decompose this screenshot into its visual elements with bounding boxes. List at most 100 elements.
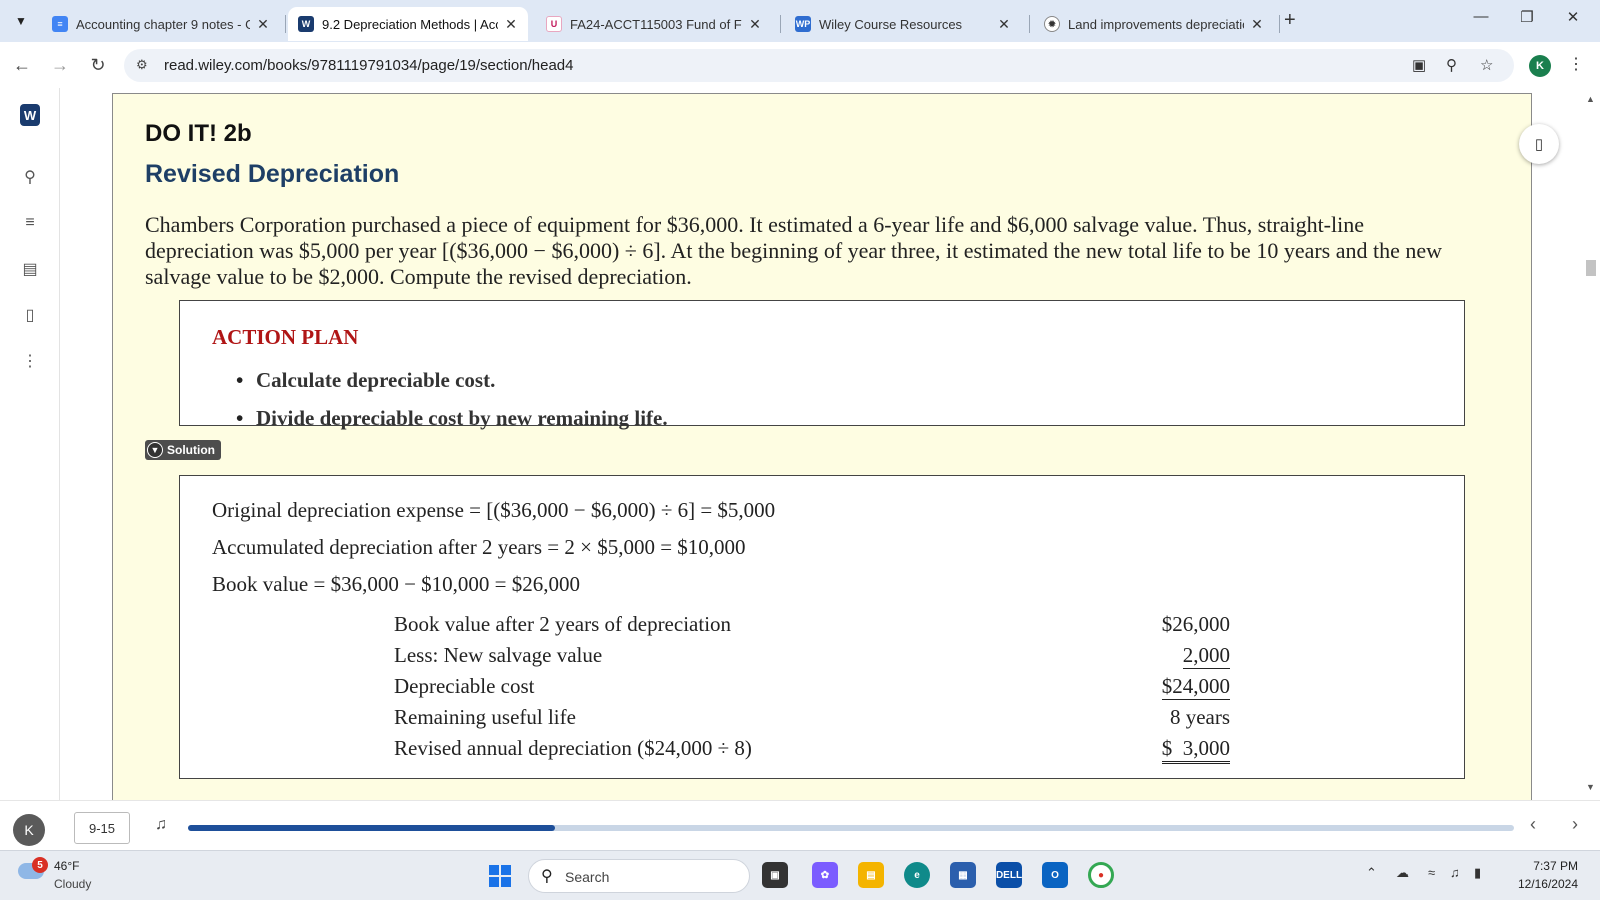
taskbar-search-box[interactable]: ⚲ Search bbox=[528, 859, 750, 893]
new-tab-plus-icon[interactable]: + bbox=[1284, 9, 1296, 32]
more-options-icon[interactable]: ⋮ bbox=[16, 347, 44, 375]
edge-icon[interactable]: e bbox=[904, 862, 930, 888]
close-icon[interactable]: ✕ bbox=[256, 16, 270, 33]
tab-separator bbox=[285, 15, 286, 33]
clock-time[interactable]: 7:37 PM bbox=[1506, 859, 1578, 873]
tab-title: Accounting chapter 9 notes - G bbox=[76, 16, 250, 32]
action-plan-item: Divide depreciable cost by new remaining… bbox=[236, 399, 668, 437]
close-icon[interactable]: ✕ bbox=[1250, 16, 1264, 33]
chrome-icon[interactable]: ● bbox=[1088, 862, 1114, 888]
task-view-icon[interactable]: ▣ bbox=[762, 862, 788, 888]
scroll-down-icon[interactable]: ▼ bbox=[1586, 782, 1595, 792]
tab-separator bbox=[1279, 15, 1280, 33]
battery-icon[interactable]: ▮ bbox=[1474, 865, 1481, 881]
bookmark-page-button[interactable]: ▯ bbox=[1519, 124, 1559, 164]
solution-line: Original depreciation expense = [($36,00… bbox=[212, 498, 776, 522]
windows-taskbar: 5 46°F Cloudy ⚲ Search ▣ ✿ ▤ e ▦ DELL O … bbox=[0, 850, 1600, 900]
page-number-input[interactable]: 9-15 bbox=[74, 812, 130, 844]
solution-toggle-button[interactable]: ▼ Solution bbox=[145, 440, 221, 460]
profile-avatar[interactable]: K bbox=[1529, 55, 1551, 77]
wiley-logo-icon[interactable]: W bbox=[20, 104, 40, 126]
close-icon[interactable]: ✕ bbox=[504, 16, 518, 33]
vertical-scrollbar[interactable]: ▲ ▼ bbox=[1580, 88, 1600, 800]
previous-page-icon[interactable]: ‹ bbox=[1530, 814, 1536, 835]
course-icon: U bbox=[546, 16, 562, 32]
tab-title: 9.2 Depreciation Methods | Acc bbox=[322, 16, 498, 32]
action-plan-list: Calculate depreciable cost. Divide depre… bbox=[236, 361, 668, 437]
do-it-title: Revised Depreciation bbox=[145, 160, 400, 188]
table-of-contents-icon[interactable]: ≡ bbox=[16, 209, 44, 237]
wifi-icon[interactable]: ≈ bbox=[1428, 865, 1435, 880]
bookmarks-icon[interactable]: ▯ bbox=[16, 301, 44, 329]
reading-progress-bar[interactable] bbox=[188, 825, 1514, 831]
tab-land-improvements[interactable]: ✹ Land improvements depreciatio ✕ bbox=[1034, 7, 1274, 41]
headphones-icon[interactable]: ♫ bbox=[155, 816, 167, 834]
row-label: Book value after 2 years of depreciation bbox=[394, 612, 732, 636]
wiley-icon: W bbox=[298, 16, 314, 32]
notes-icon[interactable]: ▤ bbox=[16, 255, 44, 283]
dell-icon[interactable]: DELL bbox=[996, 862, 1022, 888]
tab-accounting-notes[interactable]: ≡ Accounting chapter 9 notes - G ✕ bbox=[42, 7, 280, 41]
close-icon[interactable]: ✕ bbox=[997, 16, 1011, 33]
tab-depreciation-methods[interactable]: W 9.2 Depreciation Methods | Acc ✕ bbox=[288, 7, 528, 41]
site-info-icon[interactable]: ⚙ bbox=[136, 57, 148, 73]
row-amount: $26,000 bbox=[1161, 612, 1230, 636]
browser-toolbar: ← → ↻ ⚙ read.wiley.com/books/97811197910… bbox=[0, 42, 1600, 88]
do-it-panel: DO IT! 2b Revised Depreciation Chambers … bbox=[112, 93, 1532, 800]
windows-start-icon[interactable] bbox=[489, 865, 511, 887]
solution-toggle-label: Solution bbox=[167, 443, 215, 457]
scroll-up-icon[interactable]: ▲ bbox=[1586, 94, 1595, 104]
microsoft-store-icon[interactable]: ▦ bbox=[950, 862, 976, 888]
row-amount: 8 years bbox=[1169, 705, 1230, 729]
bookmark-star-icon[interactable]: ☆ bbox=[1480, 56, 1493, 74]
reader-bottom-bar: K 9-15 ♫ ‹ › bbox=[0, 800, 1600, 850]
next-page-icon[interactable]: › bbox=[1572, 814, 1578, 835]
action-plan-box: ACTION PLAN Calculate depreciable cost. … bbox=[179, 300, 1465, 437]
url-text[interactable]: read.wiley.com/books/9781119791034/page/… bbox=[164, 57, 573, 74]
solution-table-row: Book value after 2 years of depreciation… bbox=[394, 612, 1230, 643]
taskbar-search-placeholder: Search bbox=[565, 869, 610, 885]
tab-title: Wiley Course Resources bbox=[819, 16, 963, 32]
restore-icon[interactable]: ❐ bbox=[1512, 8, 1542, 26]
search-icon: ⚲ bbox=[541, 868, 553, 885]
openai-icon: ✹ bbox=[1044, 16, 1060, 32]
forward-arrow-icon[interactable]: → bbox=[47, 52, 73, 78]
tab-wiley-course-resources[interactable]: WP Wiley Course Resources ✕ bbox=[785, 7, 1021, 41]
row-label: Remaining useful life bbox=[394, 705, 576, 729]
reader-left-rail: W ⚲ ≡ ▤ ▯ ⋮ bbox=[0, 88, 60, 800]
show-hidden-icons-chevron[interactable]: ⌃ bbox=[1366, 865, 1377, 881]
file-explorer-icon[interactable]: ▤ bbox=[858, 862, 884, 888]
clock-date[interactable]: 12/16/2024 bbox=[1506, 877, 1578, 891]
tab-fund-of-fina[interactable]: U FA24-ACCT115003 Fund of Fina ✕ bbox=[536, 7, 772, 41]
tab-separator bbox=[1029, 15, 1030, 33]
back-arrow-icon[interactable]: ← bbox=[9, 52, 35, 78]
browser-menu-icon[interactable]: ⋮ bbox=[1568, 54, 1584, 74]
install-app-icon[interactable]: ▣ bbox=[1412, 56, 1426, 74]
row-label: Less: New salvage value bbox=[394, 643, 603, 667]
reader-content: DO IT! 2b Revised Depreciation Chambers … bbox=[60, 88, 1580, 800]
action-plan-title: ACTION PLAN bbox=[212, 325, 359, 349]
copilot-icon[interactable]: ✿ bbox=[812, 862, 838, 888]
weather-temperature[interactable]: 46°F bbox=[54, 859, 79, 873]
address-bar[interactable]: ⚙ read.wiley.com/books/9781119791034/pag… bbox=[124, 49, 1514, 82]
weather-description[interactable]: Cloudy bbox=[54, 877, 91, 891]
tab-title: Land improvements depreciatio bbox=[1068, 16, 1244, 32]
tab-search-chevron-icon[interactable]: ▼ bbox=[8, 8, 34, 34]
row-amount: $ 3,000 bbox=[1161, 736, 1230, 764]
outlook-icon[interactable]: O bbox=[1042, 862, 1068, 888]
window-close-icon[interactable]: ✕ bbox=[1558, 8, 1588, 26]
reading-progress-fill bbox=[188, 825, 556, 831]
close-icon[interactable]: ✕ bbox=[748, 16, 762, 33]
do-it-heading: DO IT! 2b bbox=[145, 120, 252, 147]
solution-box: Original depreciation expense = [($36,00… bbox=[179, 475, 1465, 779]
action-plan-item: Calculate depreciable cost. bbox=[236, 361, 668, 399]
scrollbar-thumb[interactable] bbox=[1586, 260, 1596, 276]
volume-icon[interactable]: ♫ bbox=[1450, 865, 1460, 880]
onedrive-icon[interactable]: ☁ bbox=[1396, 865, 1409, 881]
solution-table-row: Less: New salvage value 2,000 bbox=[394, 643, 1230, 674]
minimize-icon[interactable]: — bbox=[1466, 8, 1496, 25]
zoom-icon[interactable]: ⚲ bbox=[1446, 56, 1457, 74]
search-icon[interactable]: ⚲ bbox=[16, 163, 44, 191]
user-avatar[interactable]: K bbox=[13, 814, 45, 846]
reload-icon[interactable]: ↻ bbox=[85, 52, 111, 78]
